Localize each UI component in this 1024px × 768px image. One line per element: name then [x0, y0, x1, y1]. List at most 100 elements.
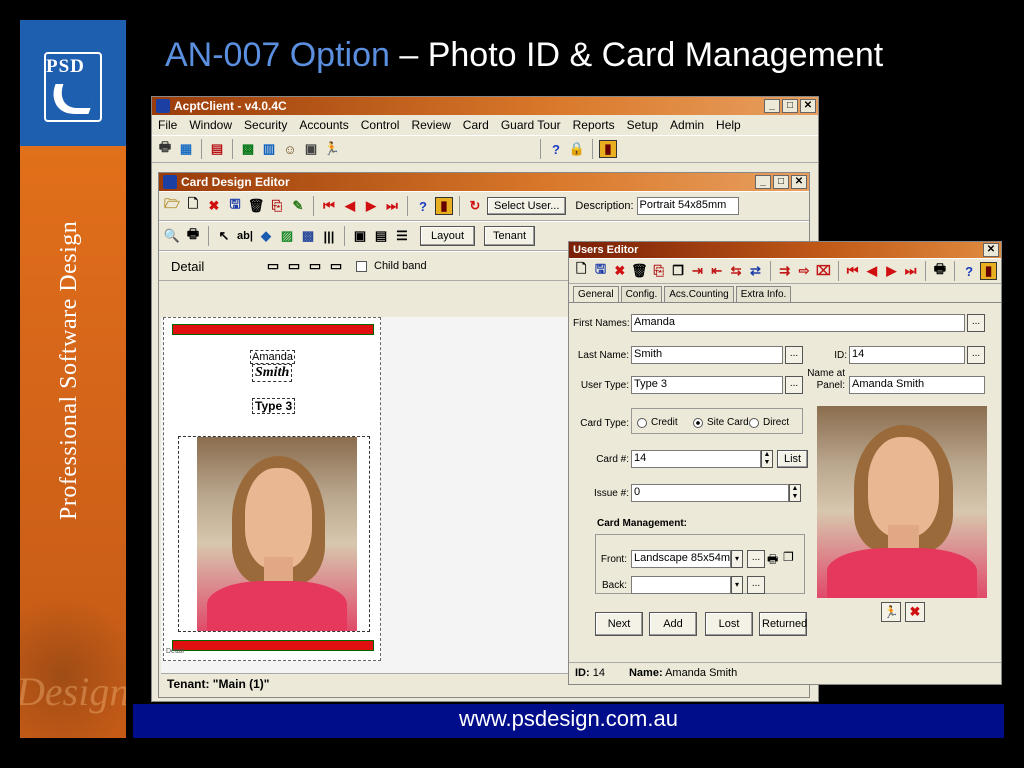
last-name-ellipsis-button[interactable]: ... [785, 346, 803, 364]
tenant-button[interactable]: Tenant [484, 226, 536, 246]
menu-admin[interactable]: Admin [670, 118, 704, 132]
save-icon[interactable]: 🖫 [226, 196, 244, 215]
users-editor-titlebar[interactable]: Users Editor ✕ [569, 242, 1001, 258]
card-first-name-field[interactable]: Amanda [250, 350, 295, 364]
card-top-stripe[interactable] [172, 324, 374, 335]
name-at-panel-field[interactable]: Amanda Smith [849, 376, 985, 394]
lost-button[interactable]: Lost [705, 612, 753, 636]
tab-config[interactable]: Config. [620, 286, 663, 302]
id-ellipsis-button[interactable]: ... [967, 346, 985, 364]
front-dropdown-icon[interactable]: ▾ [731, 550, 743, 568]
band-align-1-icon[interactable]: ▭ [264, 257, 282, 275]
list-view-icon[interactable]: ☰ [393, 227, 411, 245]
minimize-button[interactable]: _ [764, 99, 780, 113]
card-bottom-stripe[interactable] [172, 640, 374, 651]
next-record-icon[interactable]: ▶ [362, 197, 380, 215]
new-document-icon[interactable]: 🗋 [184, 196, 202, 215]
last-name-field[interactable]: Smith [631, 346, 783, 364]
card-photo-frame[interactable] [178, 436, 370, 632]
footer-url[interactable]: www.psdesign.com.au [459, 706, 678, 731]
id-card-icon[interactable]: ▣ [302, 140, 320, 158]
select-user-button[interactable]: Select User... [487, 197, 567, 215]
band-align-3-icon[interactable]: ▭ [306, 257, 324, 275]
trash-icon[interactable]: 🗑 [631, 262, 648, 280]
barcode-icon[interactable]: ||| [320, 227, 338, 245]
send-icon[interactable]: ⇨ [796, 262, 812, 280]
card-design-editor-titlebar[interactable]: Card Design Editor _ □ ✕ [159, 173, 809, 191]
lock-icon[interactable]: 🔒 [568, 140, 586, 158]
move-icon[interactable]: ⇉ [777, 262, 793, 280]
card-last-name-field[interactable]: Smith [252, 364, 293, 382]
child-band-checkbox[interactable] [356, 260, 367, 272]
menu-setup[interactable]: Setup [627, 118, 658, 132]
layout-button[interactable]: Layout [420, 226, 476, 246]
prev-record-icon[interactable]: ◀ [864, 262, 880, 280]
front-print-icon[interactable]: 🖶 [767, 550, 783, 568]
first-record-icon[interactable]: ⏮ [320, 197, 338, 215]
band-align-2-icon[interactable]: ▭ [285, 257, 303, 275]
card-type-direct-radio[interactable] [749, 418, 759, 428]
prev-record-icon[interactable]: ◀ [341, 197, 359, 215]
card-number-spinner[interactable]: ▲ ▼ [761, 450, 773, 468]
maximize-button[interactable]: □ [782, 99, 798, 113]
card-layout[interactable]: Amanda Smith Type 3 Detail [163, 317, 381, 661]
menu-reports[interactable]: Reports [573, 118, 615, 132]
image-icon[interactable]: ▨ [278, 227, 296, 245]
cards-icon[interactable]: ▦ [177, 140, 195, 158]
text-field-icon[interactable]: ab| [236, 227, 254, 245]
card-number-field[interactable]: 14 [631, 450, 761, 468]
runner-icon[interactable]: 🏃 [323, 140, 341, 158]
printer-icon[interactable]: 🖶 [932, 261, 948, 280]
next-record-icon[interactable]: ▶ [883, 262, 899, 280]
user-photo[interactable] [817, 406, 987, 598]
acptclient-titlebar[interactable]: AcptClient - v4.0.4C _ □ ✕ [152, 97, 818, 115]
shape-icon[interactable]: ◆ [257, 227, 275, 245]
tab-acs-counting[interactable]: Acs.Counting [664, 286, 734, 302]
exit-door-icon[interactable]: ▮ [435, 197, 453, 215]
sync-icon[interactable]: ⇄ [747, 262, 763, 280]
preview-icon[interactable]: 🔍 [163, 227, 181, 245]
clear-icon[interactable]: ⌧ [815, 262, 831, 280]
card-type-site-card-radio[interactable] [693, 418, 703, 428]
description-field[interactable]: Portrait 54x85mm [636, 197, 739, 215]
first-names-field[interactable]: Amanda [631, 314, 965, 332]
save-icon[interactable]: 🖫 [592, 261, 608, 280]
sub-band-icon[interactable]: ▤ [372, 227, 390, 245]
menu-help[interactable]: Help [716, 118, 741, 132]
menu-control[interactable]: Control [361, 118, 400, 132]
duplicate-icon[interactable]: ❐ [670, 262, 686, 280]
menu-security[interactable]: Security [244, 118, 287, 132]
issue-number-spinner[interactable]: ▲ ▼ [789, 484, 801, 502]
delete-photo-button[interactable]: ✖ [905, 602, 925, 622]
band-icon[interactable]: ▣ [351, 227, 369, 245]
id-field[interactable]: 14 [849, 346, 965, 364]
new-document-icon[interactable]: 🗋 [573, 261, 589, 280]
help-icon[interactable]: ? [961, 262, 977, 280]
tab-general[interactable]: General [573, 286, 619, 302]
list-button[interactable]: List [777, 450, 809, 468]
issue-number-field[interactable]: 0 [631, 484, 789, 502]
copy-icon[interactable]: ⎘ [268, 197, 286, 215]
front-ellipsis-button[interactable]: ... [747, 550, 765, 568]
returned-button[interactable]: Returned [759, 612, 807, 636]
menu-accounts[interactable]: Accounts [299, 118, 348, 132]
maximize-button[interactable]: □ [773, 175, 789, 189]
close-button[interactable]: ✕ [983, 243, 999, 257]
next-button[interactable]: Next [595, 612, 643, 636]
user-type-ellipsis-button[interactable]: ... [785, 376, 803, 394]
copy-icon[interactable]: ⎘ [651, 262, 667, 280]
band-align-4-icon[interactable]: ▭ [327, 257, 345, 275]
db-image-icon[interactable]: ▩ [299, 227, 317, 245]
import-icon[interactable]: ⇤ [709, 262, 725, 280]
menu-file[interactable]: File [158, 118, 177, 132]
back-select[interactable] [631, 576, 731, 594]
delete-icon[interactable]: ✖ [612, 262, 628, 280]
menu-card[interactable]: Card [463, 118, 489, 132]
edit-icon[interactable]: ✎ [289, 197, 307, 215]
help-icon[interactable]: ? [547, 140, 565, 158]
exit-door-icon[interactable]: ▮ [599, 140, 617, 158]
menu-window[interactable]: Window [189, 118, 232, 132]
menu-guard-tour[interactable]: Guard Tour [501, 118, 561, 132]
printer-icon[interactable]: 🖶 [184, 226, 202, 245]
pointer-icon[interactable]: ↖ [215, 227, 233, 245]
